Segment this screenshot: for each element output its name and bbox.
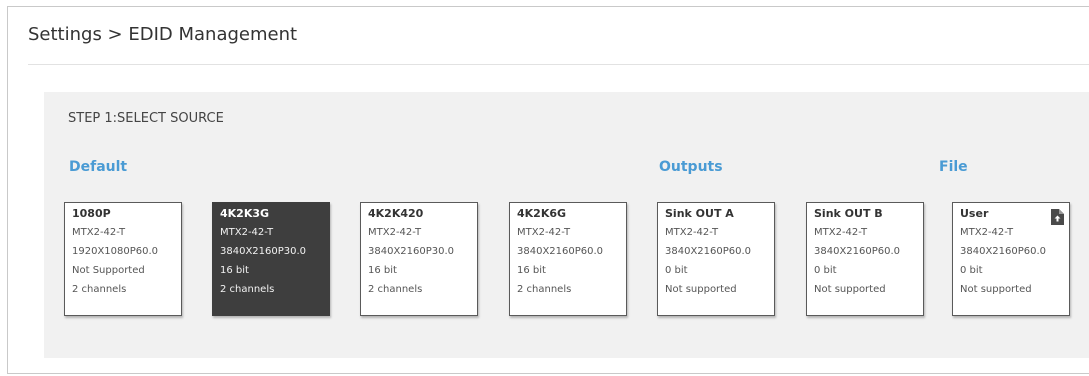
group-default-label: Default <box>69 159 128 175</box>
group-outputs-label: Outputs <box>659 159 723 175</box>
card-title: User <box>960 207 989 220</box>
select-source-panel: STEP 1:SELECT SOURCE Default Outputs Fil… <box>44 92 1089 358</box>
card-bit-depth: Not Supported <box>72 265 145 276</box>
card-resolution: 3840X2160P30.0 <box>220 246 307 257</box>
card-resolution: 3840X2160P60.0 <box>814 246 901 257</box>
card-device: MTX2-42-T <box>665 227 719 238</box>
card-device: MTX2-42-T <box>814 227 868 238</box>
card-bit-depth: 0 bit <box>960 265 983 276</box>
edid-management-window: Settings > EDID Management STEP 1:SELECT… <box>7 6 1089 374</box>
card-bit-depth: 0 bit <box>665 265 688 276</box>
card-audio: Not supported <box>814 284 886 295</box>
card-audio: 2 channels <box>368 284 423 295</box>
card-title: 4K2K420 <box>368 207 424 220</box>
card-resolution: 3840X2160P60.0 <box>665 246 752 257</box>
group-file-label: File <box>939 159 968 175</box>
source-card-user[interactable]: User MTX2-42-T 3840X2160P60.0 0 bit Not … <box>952 202 1070 316</box>
card-resolution: 3840X2160P30.0 <box>368 246 455 257</box>
card-device: MTX2-42-T <box>220 227 274 238</box>
card-bit-depth: 16 bit <box>517 265 546 276</box>
source-card-sink-out-b[interactable]: Sink OUT B MTX2-42-T 3840X2160P60.0 0 bi… <box>806 202 924 316</box>
step-label: STEP 1:SELECT SOURCE <box>68 111 224 126</box>
card-title: 1080P <box>72 207 111 220</box>
source-card-4k2k420[interactable]: 4K2K420 MTX2-42-T 3840X2160P30.0 16 bit … <box>360 202 478 316</box>
card-audio: 2 channels <box>517 284 572 295</box>
card-title: Sink OUT B <box>814 207 883 220</box>
card-device: MTX2-42-T <box>960 227 1014 238</box>
card-audio: Not supported <box>665 284 737 295</box>
card-resolution: 3840X2160P60.0 <box>517 246 604 257</box>
card-device: MTX2-42-T <box>517 227 571 238</box>
file-upload-icon[interactable] <box>1051 209 1064 225</box>
card-audio: 2 channels <box>72 284 127 295</box>
source-card-1080p[interactable]: 1080P MTX2-42-T 1920X1080P60.0 Not Suppo… <box>64 202 182 316</box>
card-title: Sink OUT A <box>665 207 734 220</box>
card-bit-depth: 16 bit <box>220 265 249 276</box>
card-resolution: 3840X2160P60.0 <box>960 246 1047 257</box>
card-device: MTX2-42-T <box>368 227 422 238</box>
source-card-sink-out-a[interactable]: Sink OUT A MTX2-42-T 3840X2160P60.0 0 bi… <box>657 202 775 316</box>
card-bit-depth: 0 bit <box>814 265 837 276</box>
card-title: 4K2K3G <box>220 207 270 220</box>
card-title: 4K2K6G <box>517 207 567 220</box>
source-card-4k2k3g[interactable]: 4K2K3G MTX2-42-T 3840X2160P30.0 16 bit 2… <box>212 202 330 316</box>
card-bit-depth: 16 bit <box>368 265 397 276</box>
header-divider <box>28 64 1089 65</box>
card-device: MTX2-42-T <box>72 227 126 238</box>
breadcrumb: Settings > EDID Management <box>28 24 298 45</box>
card-audio: Not supported <box>960 284 1032 295</box>
card-resolution: 1920X1080P60.0 <box>72 246 159 257</box>
card-audio: 2 channels <box>220 284 275 295</box>
source-card-4k2k6g[interactable]: 4K2K6G MTX2-42-T 3840X2160P60.0 16 bit 2… <box>509 202 627 316</box>
